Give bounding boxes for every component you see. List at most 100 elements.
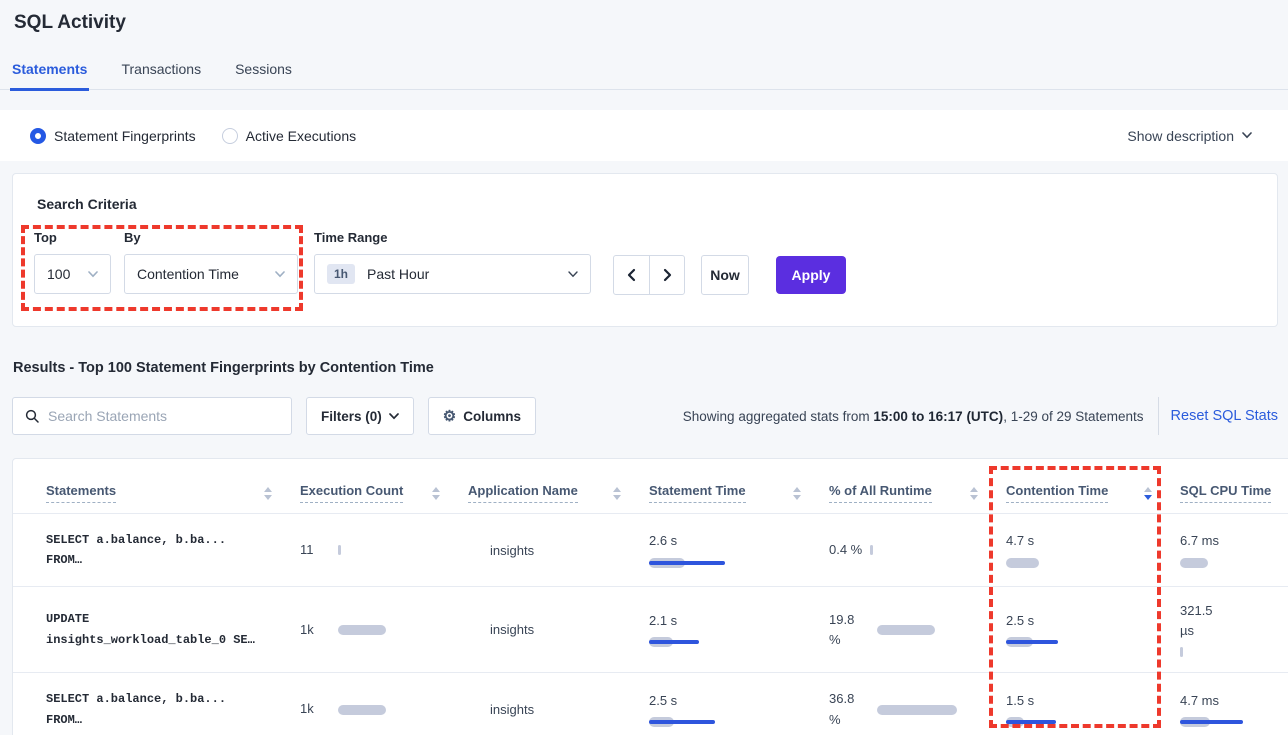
column-header-application-name[interactable]: Application Name [456,459,637,514]
by-select[interactable]: Contention Time [124,254,298,294]
execution-count-value: 11 [300,540,330,560]
column-header-statements[interactable]: Statements [13,459,288,514]
execution-count-bar [338,704,442,716]
radio-statement-fingerprints[interactable]: Statement Fingerprints [30,128,196,144]
time-prev-button[interactable] [614,256,649,294]
table-row[interactable]: UPDATEinsights_workload_table_0 SE… 1k i… [13,587,1288,673]
divider [1158,397,1159,435]
sort-icon[interactable] [793,487,801,500]
contention-time-value: 1.5 s [1006,691,1154,711]
results-table-card: Statements Execution Count Application N… [12,458,1288,735]
chevron-right-icon [662,268,673,282]
time-range-value: Past Hour [367,266,568,282]
contention-time-value: 2.5 s [1006,611,1154,631]
search-statements-box[interactable] [12,397,292,435]
cpu-time-bar [1180,557,1280,569]
pct-runtime-bar [870,544,980,556]
time-range-select[interactable]: 1h Past Hour [314,254,591,294]
statement-fingerprint[interactable]: UPDATEinsights_workload_table_0 SE… [46,609,274,650]
columns-button[interactable]: ⚙ Columns [428,397,536,435]
application-name: insights [468,622,623,637]
time-next-button[interactable] [649,256,684,294]
column-header-execution-count[interactable]: Execution Count [288,459,456,514]
sort-icon[interactable] [613,487,621,500]
time-range-badge: 1h [327,264,355,284]
tab-transactions[interactable]: Transactions [119,61,203,89]
search-criteria-panel: Search Criteria Top 100 By Contention Ti… [12,173,1278,327]
contention-time-bar [1006,716,1116,728]
sql-activity-page: SQL Activity Statements Transactions Ses… [0,0,1288,735]
radio-unselected-icon [222,128,238,144]
top-select-value: 100 [47,266,88,282]
sort-icon-active[interactable] [1144,487,1152,500]
column-header-sql-cpu-time[interactable]: SQL CPU Time [1168,459,1288,514]
show-description-toggle[interactable]: Show description [1127,128,1252,144]
cpu-time-value: 4.7 ms [1180,691,1228,711]
cpu-time-value: 321.5 µs [1180,601,1228,641]
radio-selected-icon [30,128,46,144]
search-statements-input[interactable] [48,408,281,424]
table-row[interactable]: SELECT a.balance, b.ba...FROM… 11 insigh… [13,514,1288,587]
statement-time-value: 2.1 s [649,611,803,631]
pct-runtime-value: 19.8 % [829,610,869,650]
table-header-row: Statements Execution Count Application N… [13,459,1288,514]
apply-button[interactable]: Apply [776,256,846,294]
statements-table: Statements Execution Count Application N… [13,459,1288,735]
statement-time-bar [649,557,759,569]
sort-icon[interactable] [432,487,440,500]
pct-runtime-bar [877,624,980,636]
tab-statements[interactable]: Statements [10,61,89,91]
application-name: insights [468,702,623,717]
contention-time-bar [1006,557,1116,569]
pct-runtime-value: 0.4 % [829,540,862,560]
results-heading: Results - Top 100 Statement Fingerprints… [13,360,434,376]
by-label: By [124,230,141,245]
sort-icon[interactable] [264,487,272,500]
columns-button-label: Columns [463,409,521,424]
application-name: insights [468,543,623,558]
chevron-down-icon [389,413,399,420]
search-criteria-title: Search Criteria [37,196,137,212]
table-row[interactable]: SELECT a.balance, b.ba...FROM… 1k insigh… [13,673,1288,735]
search-icon [25,409,39,423]
sort-icon[interactable] [970,487,978,500]
chevron-left-icon [626,268,637,282]
top-label: Top [34,230,57,245]
stats-summary: Showing aggregated stats from 15:00 to 1… [683,409,1144,424]
execution-count-bar [338,624,442,636]
cpu-time-bar [1180,646,1280,658]
view-toggle-bar: Statement Fingerprints Active Executions… [0,110,1288,161]
radio-label: Active Executions [246,128,357,144]
chevron-down-icon [568,271,578,278]
filters-button[interactable]: Filters (0) [306,397,414,435]
chevron-down-icon [88,271,98,278]
tab-bar: Statements Transactions Sessions [0,61,1288,90]
chevron-down-icon [275,271,285,278]
reset-sql-stats-link[interactable]: Reset SQL Stats [1171,408,1278,424]
radio-label: Statement Fingerprints [54,128,196,144]
results-toolbar: Filters (0) ⚙ Columns Showing aggregated… [12,397,1278,435]
statement-time-value: 2.6 s [649,531,803,551]
statement-fingerprint[interactable]: SELECT a.balance, b.ba...FROM… [46,530,274,571]
statement-time-value: 2.5 s [649,691,803,711]
column-header-pct-runtime[interactable]: % of All Runtime [817,459,994,514]
execution-count-value: 1k [300,620,330,640]
execution-count-value: 1k [300,699,330,719]
filters-button-label: Filters (0) [321,409,382,424]
chevron-down-icon [1242,132,1252,139]
column-header-statement-time[interactable]: Statement Time [637,459,817,514]
statement-time-bar [649,636,759,648]
radio-active-executions[interactable]: Active Executions [222,128,357,144]
pct-runtime-bar [877,704,980,716]
by-select-value: Contention Time [137,266,275,282]
time-nav-group [613,255,685,295]
statement-fingerprint[interactable]: SELECT a.balance, b.ba...FROM… [46,689,274,730]
now-button[interactable]: Now [701,255,749,295]
cpu-time-value: 6.7 ms [1180,531,1228,551]
gear-icon: ⚙ [443,409,456,424]
pct-runtime-value: 36.8 % [829,689,869,729]
tab-sessions[interactable]: Sessions [233,61,294,89]
column-header-contention-time[interactable]: Contention Time [994,459,1168,514]
time-range-label: Time Range [314,230,387,245]
top-select[interactable]: 100 [34,254,111,294]
